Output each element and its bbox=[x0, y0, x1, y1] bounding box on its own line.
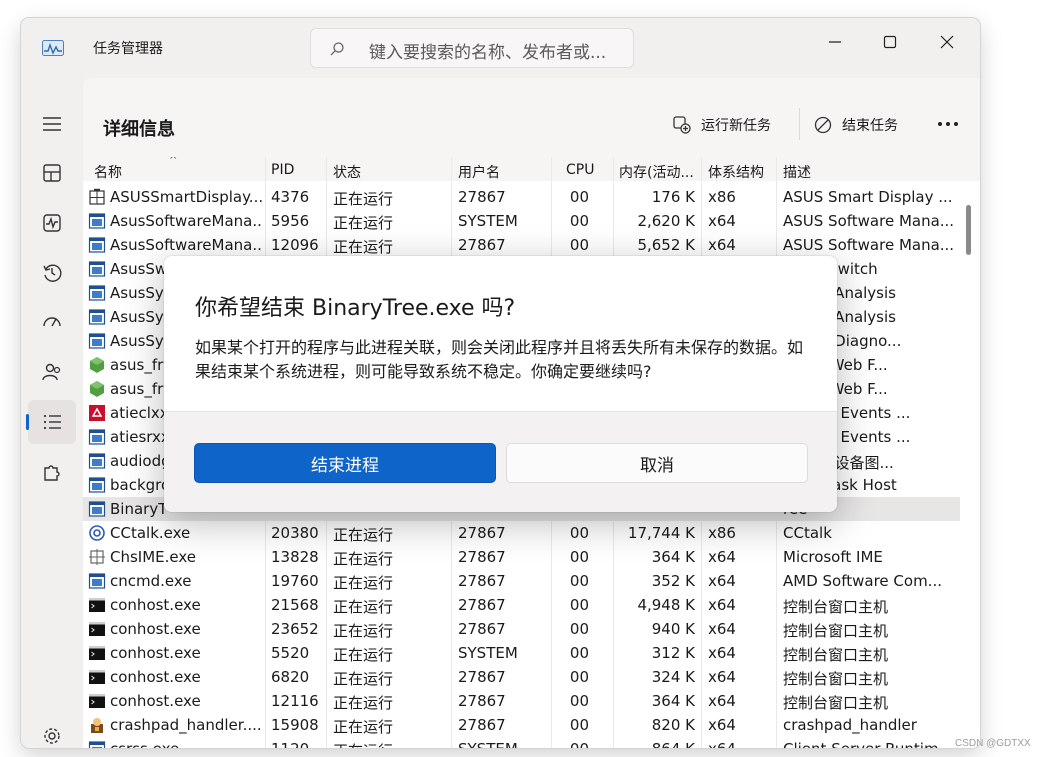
end-process-dialog: 你希望结束 BinaryTree.exe 吗? 如果某个打开的程序与此进程关联，… bbox=[164, 256, 837, 512]
dialog-title: 你希望结束 BinaryTree.exe 吗? bbox=[195, 296, 516, 321]
end-process-button[interactable]: 结束进程 bbox=[194, 443, 496, 483]
cancel-button[interactable]: 取消 bbox=[506, 443, 808, 483]
dialog-footer: 结束进程 取消 bbox=[164, 411, 837, 512]
dialog-message: 如果某个打开的程序与此进程关联，则会关闭此程序并且将丢失所有未保存的数据。如果结… bbox=[195, 338, 804, 381]
modal-overlay: 你希望结束 BinaryTree.exe 吗? 如果某个打开的程序与此进程关联，… bbox=[0, 0, 1042, 757]
watermark: CSDN @GDTXX bbox=[955, 738, 1031, 749]
